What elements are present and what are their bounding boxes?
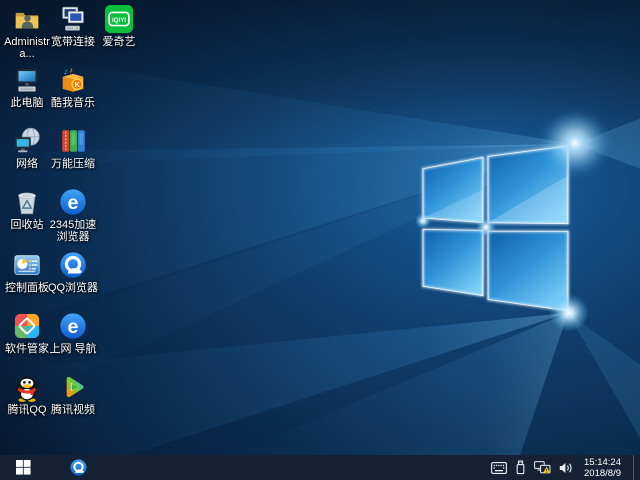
network-icon <box>14 127 40 153</box>
desktop-icon-iqiyi[interactable]: iQIYI 爱奇艺 <box>92 4 146 48</box>
desktop-icon-label: 酷我音乐 <box>51 97 95 109</box>
desktop-icon-kuwo-music[interactable]: ♪ ♪ K 酷我音乐 <box>46 65 100 110</box>
desktop-icon-tencent-video[interactable]: 腾讯视频 <box>46 372 100 416</box>
windows-logo-icon <box>15 460 31 475</box>
show-desktop-button[interactable] <box>633 455 639 480</box>
desktop-icon-label: 2345加速浏览器 <box>49 219 97 243</box>
desktop-icon-web-navigation[interactable]: 上网 导航 <box>46 311 100 355</box>
this-pc-icon <box>16 69 38 92</box>
tencent-qq-icon <box>17 376 37 402</box>
volume-icon[interactable] <box>559 455 573 480</box>
compression-tool-icon <box>62 130 85 152</box>
start-button[interactable] <box>0 455 46 480</box>
network-status-warning-icon[interactable] <box>534 455 551 480</box>
software-manager-icon <box>14 313 40 339</box>
taskbar-clock[interactable]: 15:14:24 2018/8/9 <box>584 457 621 479</box>
broadband-connection-icon <box>62 6 84 31</box>
kuwo-music-icon: ♪ ♪ K <box>62 66 84 92</box>
taskbar: 15:14:24 2018/8/9 <box>0 455 640 480</box>
qq-browser-icon <box>58 250 88 280</box>
touch-keyboard-icon[interactable] <box>491 455 507 480</box>
desktop-icon-label: 上网 导航 <box>49 343 97 355</box>
desktop-icon-label: 此电脑 <box>10 97 44 109</box>
system-tray: 15:14:24 2018/8/9 <box>491 455 640 480</box>
web-navigation-icon <box>58 311 88 341</box>
qq-browser-icon <box>69 458 88 477</box>
desktop-icon-qq-browser[interactable]: QQ浏览器 <box>46 250 100 294</box>
desktop-icon-2345-browser[interactable]: 2345加速浏览器 <box>46 187 100 243</box>
svg-text:♪: ♪ <box>69 66 73 75</box>
recycle-bin-icon <box>18 192 36 215</box>
user-folder-icon <box>15 12 39 29</box>
desktop-icon-label: 宽带连接 <box>51 36 95 48</box>
desktop[interactable]: Administra... 宽带连接 iQIYI 爱奇艺 此电脑 ♪ ♪ K 酷… <box>0 0 640 455</box>
desktop-icon-label: QQ浏览器 <box>47 282 99 294</box>
kuwo-k-glyph: K <box>75 80 81 89</box>
desktop-icon-label: 腾讯QQ <box>7 404 47 416</box>
2345-browser-icon <box>58 187 88 217</box>
desktop-icon-label: 网络 <box>16 158 38 170</box>
clock-date: 2018/8/9 <box>584 467 621 479</box>
usb-device-icon[interactable] <box>515 455 526 480</box>
desktop-icon-label: 软件管家 <box>5 343 49 355</box>
desktop-icon-label: 爱奇艺 <box>102 36 136 48</box>
clock-time: 15:14:24 <box>584 456 621 468</box>
iqiyi-glyph: iQIYI <box>112 17 126 24</box>
desktop-icon-label: 回收站 <box>10 219 44 231</box>
taskbar-qq-browser-button[interactable] <box>58 455 98 480</box>
desktop-icon-compression-tool[interactable]: 万能压缩 <box>46 126 100 170</box>
desktop-icon-label: 万能压缩 <box>51 158 95 170</box>
desktop-icon-label: 腾讯视频 <box>51 404 95 416</box>
control-panel-icon <box>14 255 40 275</box>
iqiyi-icon: iQIYI <box>104 4 134 34</box>
tencent-video-icon <box>66 376 84 398</box>
svg-text:♪: ♪ <box>64 66 69 76</box>
desktop-icon-label: 控制面板 <box>5 282 49 294</box>
